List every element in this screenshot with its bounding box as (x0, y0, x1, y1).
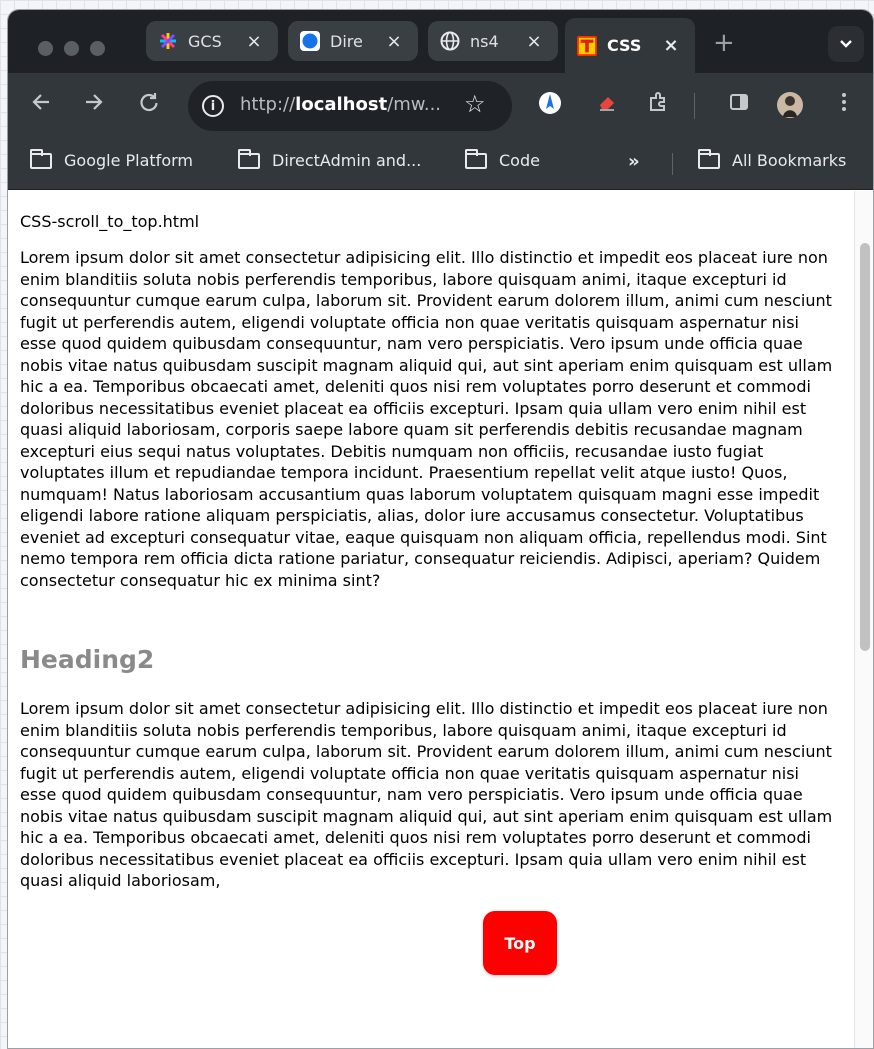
folder-icon (238, 148, 260, 169)
forward-icon[interactable] (80, 91, 108, 121)
address-bar[interactable]: i http://localhost/mw... ☆ (188, 81, 512, 131)
bookmarks-bar: Google Platform DirectAdmin and... Code … (8, 139, 873, 190)
heading-2: Heading2 (20, 645, 155, 674)
browser-toolbar: i http://localhost/mw... ☆ (8, 73, 873, 139)
folder-icon (30, 148, 52, 169)
url-text[interactable]: http://localhost/mw... (240, 94, 441, 115)
eraser-icon[interactable] (593, 91, 621, 121)
bookmark-label: Google Platform (64, 151, 193, 170)
new-tab-button[interactable]: + (713, 28, 735, 58)
bookmark-label: DirectAdmin and... (272, 151, 422, 170)
menu-icon[interactable] (830, 91, 858, 121)
window-zoom-dot[interactable] (90, 41, 105, 56)
tab-search-button[interactable] (828, 26, 864, 62)
bookmark-label: Code (499, 151, 540, 170)
puzzle-icon[interactable] (644, 91, 672, 121)
page-filename: CSS-scroll_to_top.html (20, 212, 200, 231)
profile-icon[interactable] (776, 91, 804, 127)
back-icon[interactable] (27, 91, 55, 121)
vertical-scrollbar[interactable] (854, 191, 873, 1048)
extension-icon[interactable] (536, 91, 564, 123)
bookmarks-overflow-button[interactable]: » (628, 151, 640, 172)
toolbar-divider (694, 93, 695, 119)
paragraph-1: Lorem ipsum dolor sit amet consectetur a… (20, 248, 833, 590)
scroll-to-top-button[interactable]: Top (483, 911, 557, 975)
blue-circle-icon (300, 31, 320, 51)
folder-icon (698, 148, 720, 169)
reload-icon[interactable] (135, 91, 163, 121)
close-icon[interactable]: × (524, 31, 544, 52)
tab-ns4[interactable]: ns4 × (428, 21, 558, 61)
bookmark-folder-google-platform[interactable]: Google Platform (30, 148, 193, 170)
page-content: CSS-scroll_to_top.html Lorem ipsum dolor… (8, 191, 854, 1048)
window-minimize-dot[interactable] (64, 41, 79, 56)
bookmarks-divider (672, 153, 673, 175)
close-icon[interactable]: × (244, 31, 264, 52)
tab-title: CSS (607, 36, 642, 55)
browser-window: GCS × Dire × ns4 × CSS × + i http://loca… (7, 9, 874, 1049)
bookmark-label: All Bookmarks (732, 151, 847, 170)
bookmark-folder-directadmin[interactable]: DirectAdmin and... (238, 148, 422, 170)
folder-icon (465, 148, 487, 169)
tab-title: ns4 (470, 31, 499, 51)
window-close-dot[interactable] (38, 41, 53, 56)
t-letter-icon (577, 35, 597, 56)
close-icon[interactable]: × (384, 31, 404, 52)
paragraph-2: Lorem ipsum dolor sit amet consectetur a… (20, 699, 833, 890)
chevron-down-icon (840, 40, 852, 48)
scrollbar-thumb[interactable] (860, 243, 870, 651)
info-icon[interactable]: i (202, 95, 224, 117)
star-icon[interactable]: ☆ (464, 90, 486, 118)
close-icon[interactable]: × (661, 35, 681, 56)
tab-strip: GCS × Dire × ns4 × CSS × + (8, 10, 873, 73)
globe-icon (440, 31, 460, 51)
tab-title: Dire (330, 31, 363, 51)
sidebar-icon[interactable] (725, 91, 753, 121)
tab-css-active[interactable]: CSS × (565, 18, 695, 73)
tab-directadmin[interactable]: Dire × (288, 21, 418, 61)
tab-title: GCS (188, 31, 222, 51)
all-bookmarks-button[interactable]: All Bookmarks (698, 148, 847, 170)
colorful-star-icon (158, 31, 178, 51)
bookmark-folder-code[interactable]: Code (465, 148, 540, 170)
tab-gcs[interactable]: GCS × (146, 21, 278, 61)
